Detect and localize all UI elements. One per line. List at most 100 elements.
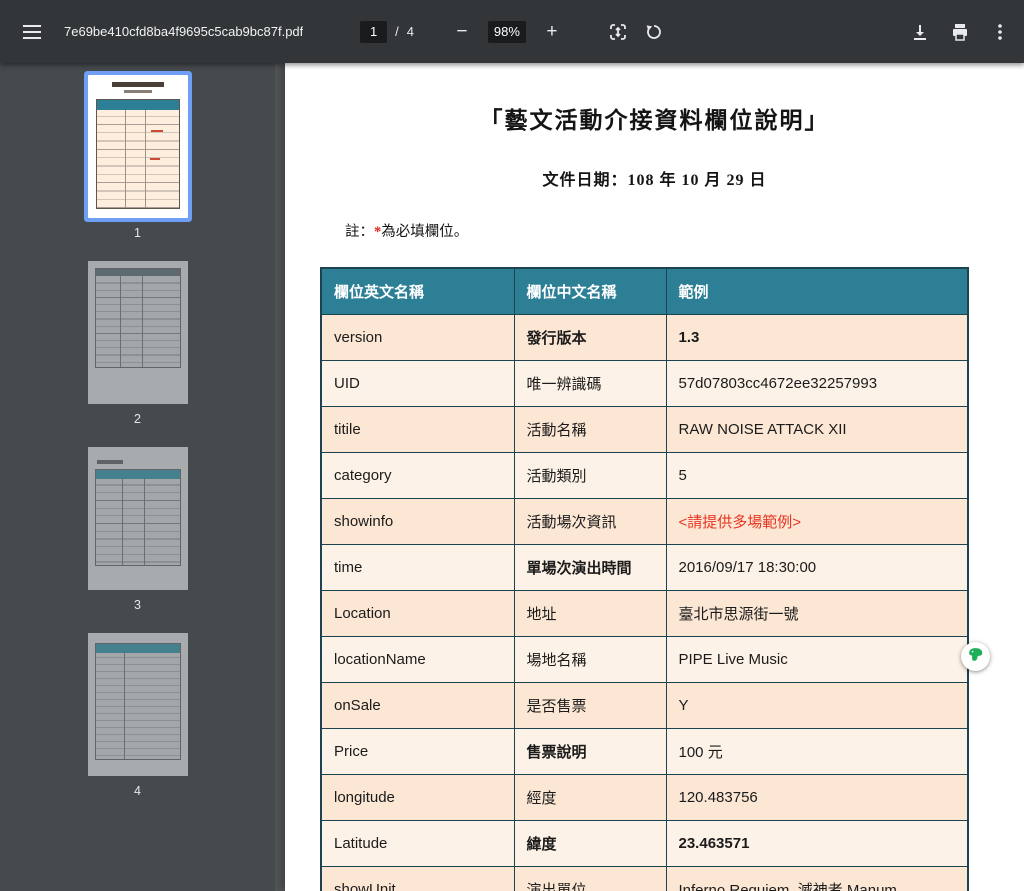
thumbnail-page-2[interactable] (87, 261, 188, 404)
fit-page-button[interactable] (600, 14, 636, 50)
thumbnail-page-number: 3 (134, 598, 141, 612)
thumbnail-page-1[interactable] (87, 75, 188, 218)
cell-example: Inferno Requiem, 滅神者 Manum, (665, 866, 969, 891)
pdf-page-1: 「藝文活動介接資料欄位說明」 文件日期：108 年 10 月 29 日 註：*為… (285, 63, 1024, 891)
table-row: showUnit 演出單位 Inferno Requiem, 滅神者 Manum, (320, 866, 969, 891)
cell-field-name-zh: 售票說明 (513, 728, 667, 775)
table-header-row: 欄位英文名稱 欄位中文名稱 範例 (320, 267, 969, 315)
thumbnail-page-number: 2 (134, 412, 141, 426)
required-field-note: 註：*為必填欄位。 (345, 220, 1024, 241)
thumbnail-page-3[interactable] (87, 447, 188, 590)
cell-field-name-en: longitude (320, 774, 515, 821)
menu-button[interactable] (14, 14, 50, 50)
document-date: 文件日期：108 年 10 月 29 日 (542, 172, 767, 189)
mini-table (95, 99, 180, 209)
thumbnail-page-number: 1 (134, 226, 141, 240)
cell-field-name-zh: 經度 (513, 774, 667, 821)
cell-field-name-zh: 活動場次資訊 (513, 498, 667, 545)
pdf-viewer-window: 7e69be410cfd8ba4f9695c5cab9bc87f.pdf 1 /… (0, 0, 1024, 891)
hamburger-icon (23, 24, 41, 39)
column-header: 範例 (665, 267, 969, 315)
cell-field-name-zh: 地址 (513, 590, 667, 637)
cell-field-name-en: locationName (320, 636, 515, 683)
more-options-button[interactable] (982, 14, 1018, 50)
cell-field-name-en: Price (320, 728, 515, 775)
cell-example: <請提供多場範例> (665, 498, 969, 545)
mini-subtitle-line (123, 90, 152, 93)
cell-example: 5 (665, 452, 969, 499)
note-prefix: 註： (345, 224, 374, 240)
table-row: onSale 是否售票 Y (320, 682, 969, 729)
field-table: 欄位英文名稱 欄位中文名稱 範例 version 發行版本 1.3 UID 唯一辨識碼 57d… (320, 267, 969, 891)
mini-title-line (111, 82, 164, 87)
cell-field-name-zh: 活動名稱 (513, 406, 667, 453)
download-icon (910, 22, 930, 42)
rotate-button[interactable] (636, 14, 672, 50)
cell-field-name-en: onSale (320, 682, 515, 729)
cell-field-name-zh: 發行版本 (513, 314, 667, 361)
cell-field-name-en: titile (320, 406, 515, 453)
download-button[interactable] (902, 14, 938, 50)
table-row: locationName 場地名稱 PIPE Live Music (320, 636, 969, 683)
thumbnail-item-3[interactable]: 3 (87, 447, 188, 612)
print-button[interactable] (942, 14, 978, 50)
cell-field-name-zh: 是否售票 (513, 682, 667, 729)
mini-table (94, 643, 181, 760)
document-filename: 7e69be410cfd8ba4f9695c5cab9bc87f.pdf (64, 24, 304, 39)
cell-field-name-en: Location (320, 590, 515, 637)
rotate-counterclockwise-icon (644, 22, 664, 42)
evernote-clipper-button[interactable] (961, 642, 990, 671)
table-row: version 發行版本 1.3 (320, 314, 969, 361)
three-dot-menu-icon (998, 23, 1002, 40)
cell-field-name-zh: 活動類別 (513, 452, 667, 499)
cell-example: 2016/09/17 18:30:00 (665, 544, 969, 591)
page-number-input[interactable]: 1 (360, 20, 388, 43)
cell-field-name-en: time (320, 544, 515, 591)
table-row: category 活動類別 5 (320, 452, 969, 499)
evernote-elephant-icon (966, 645, 985, 669)
zoom-out-button[interactable]: − (444, 14, 480, 50)
cell-field-name-en: version (320, 314, 515, 361)
column-header: 欄位中文名稱 (513, 267, 667, 315)
cell-field-name-zh: 演出單位 (513, 866, 667, 891)
thumbnail-page-number: 4 (134, 784, 141, 798)
pdf-toolbar: 7e69be410cfd8ba4f9695c5cab9bc87f.pdf 1 /… (0, 0, 1024, 63)
cell-field-name-en: showUnit (320, 866, 515, 891)
table-row: time 單場次演出時間 2016/09/17 18:30:00 (320, 544, 969, 591)
cell-example: 1.3 (665, 314, 969, 361)
thumbnail-list: 1 2 3 4 (87, 75, 188, 819)
cell-example: 臺北市思源街一號 (665, 590, 969, 637)
cell-example: 57d07803cc4672ee32257993 (665, 360, 969, 407)
toolbar-center-group: 1 / 4 − 98% + (360, 14, 672, 50)
zoom-in-button[interactable]: + (534, 14, 570, 50)
zoom-level-badge[interactable]: 98% (487, 20, 526, 43)
cell-field-name-en: UID (320, 360, 515, 407)
cell-field-name-zh: 唯一辨識碼 (513, 360, 667, 407)
cell-field-name-en: Latitude (320, 820, 515, 867)
table-row: UID 唯一辨識碼 57d07803cc4672ee32257993 (320, 360, 969, 407)
cell-field-name-en: showinfo (320, 498, 515, 545)
table-row: titile 活動名稱 RAW NOISE ATTACK XII (320, 406, 969, 453)
mini-table (94, 268, 181, 368)
column-header: 欄位英文名稱 (320, 267, 515, 315)
fit-page-icon (608, 22, 628, 42)
table-row: Price 售票說明 100 元 (320, 728, 969, 775)
thumbnail-item-4[interactable]: 4 (87, 633, 188, 798)
toolbar-right-group (672, 14, 1024, 50)
pdf-viewer-area[interactable]: 「藝文活動介接資料欄位說明」 文件日期：108 年 10 月 29 日 註：*為… (275, 63, 1024, 891)
page-divider: / (395, 24, 399, 39)
mini-table (94, 460, 181, 566)
note-suffix: 為必填欄位。 (381, 224, 469, 240)
cell-example: RAW NOISE ATTACK XII (665, 406, 969, 453)
cell-example: 23.463571 (665, 820, 969, 867)
table-row: longitude 經度 120.483756 (320, 774, 969, 821)
cell-field-name-zh: 緯度 (513, 820, 667, 867)
thumbnail-item-2[interactable]: 2 (87, 261, 188, 426)
document-title: 「藝文活動介接資料欄位說明」 (479, 108, 830, 133)
cell-example: 100 元 (665, 728, 969, 775)
cell-example: PIPE Live Music (665, 636, 969, 683)
table-row: showinfo 活動場次資訊 <請提供多場範例> (320, 498, 969, 545)
thumbnail-item-1[interactable]: 1 (87, 75, 188, 240)
table-row: Location 地址 臺北市思源街一號 (320, 590, 969, 637)
thumbnail-page-4[interactable] (87, 633, 188, 776)
